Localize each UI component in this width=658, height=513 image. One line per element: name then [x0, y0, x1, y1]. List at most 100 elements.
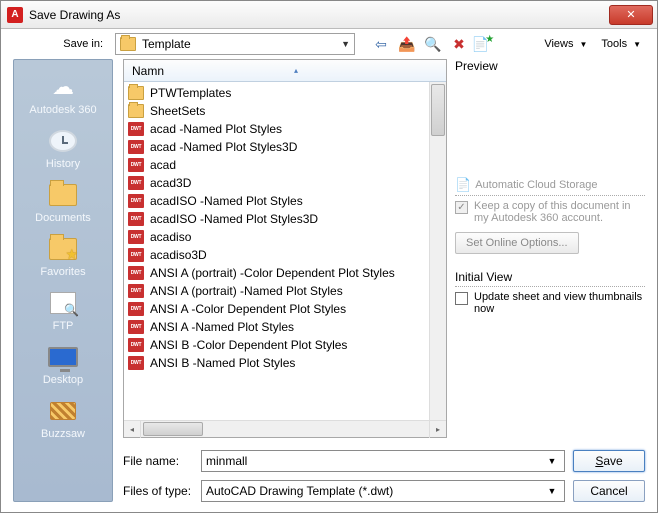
save-drawing-as-dialog: A Save Drawing As ✕ Save in: Template ▼ … [0, 0, 658, 513]
dwt-file-icon [128, 230, 144, 244]
list-item[interactable]: acadISO -Named Plot Styles3D2 [124, 210, 446, 228]
chevron-down-icon[interactable]: ▼ [544, 456, 560, 466]
file-name: ANSI A (portrait) -Color Dependent Plot … [150, 266, 428, 280]
save-in-combo[interactable]: Template ▼ [115, 33, 355, 55]
filetype-label: Files of type: [123, 484, 193, 498]
vertical-scrollbar[interactable] [429, 82, 446, 420]
sidebar-item-label: History [46, 158, 80, 170]
delete-button[interactable]: ✖ [449, 34, 469, 54]
list-item[interactable]: acad -Named Plot Styles3D2 [124, 138, 446, 156]
list-item[interactable]: ANSI A -Named Plot Styles2 [124, 318, 446, 336]
back-button[interactable]: ⇦ [371, 34, 391, 54]
update-thumbnails-checkbox[interactable] [455, 292, 468, 305]
file-name: ANSI B -Named Plot Styles [150, 356, 428, 370]
toolbar: Save in: Template ▼ ⇦ 📤 🔍 ✖ 📄★ Views▼ To… [1, 29, 657, 59]
auto-cloud-label: Automatic Cloud Storage [475, 179, 597, 191]
chevron-down-icon: ▼ [633, 40, 641, 49]
filename-combo[interactable]: ▼ [201, 450, 565, 472]
dwt-file-icon [128, 338, 144, 352]
search-web-button[interactable]: 🔍 [423, 34, 443, 54]
list-item[interactable]: acadiso3D2 [124, 246, 446, 264]
file-name: ANSI A -Color Dependent Plot Styles [150, 302, 428, 316]
chevron-down-icon: ▼ [341, 39, 350, 49]
keep-copy-label: Keep a copy of this document in my Autod… [474, 200, 645, 224]
dwt-file-icon [128, 320, 144, 334]
scroll-left-icon[interactable]: ◂ [124, 421, 141, 438]
set-online-options-button: Set Online Options... [455, 232, 579, 254]
preview-label: Preview [455, 59, 645, 73]
file-name: acadISO -Named Plot Styles [150, 194, 428, 208]
list-item[interactable]: acad2 [124, 156, 446, 174]
sidebar-item-buzzsaw[interactable]: Buzzsaw [21, 392, 105, 444]
sidebar-item-desktop[interactable]: Desktop [21, 338, 105, 390]
cancel-button[interactable]: Cancel [573, 480, 645, 502]
file-name: acadISO -Named Plot Styles3D [150, 212, 428, 226]
filename-label: File name: [123, 454, 193, 468]
list-item[interactable]: acadISO -Named Plot Styles2 [124, 192, 446, 210]
list-item[interactable]: acad -Named Plot Styles2 [124, 120, 446, 138]
initial-view-group: Initial View Update sheet and view thumb… [455, 270, 645, 315]
dwt-file-icon [128, 248, 144, 262]
list-item[interactable]: ANSI A (portrait) -Color Dependent Plot … [124, 264, 446, 282]
dwt-file-icon [128, 212, 144, 226]
chevron-down-icon[interactable]: ▼ [544, 486, 560, 496]
sidebar-item-label: Favorites [40, 266, 85, 278]
filetype-combo[interactable]: ▼ [201, 480, 565, 502]
initial-view-label: Initial View [455, 270, 645, 284]
new-folder-button[interactable]: 📄★ [475, 34, 495, 54]
close-button[interactable]: ✕ [609, 5, 653, 25]
scroll-right-icon[interactable]: ▸ [429, 421, 446, 438]
views-menu[interactable]: Views▼ [538, 36, 593, 52]
sidebar-item-label: Autodesk 360 [29, 104, 96, 116]
dwt-file-icon [128, 194, 144, 208]
places-sidebar: ☁Autodesk 360 History Documents Favorites FT… [13, 59, 113, 502]
up-button[interactable]: 📤 [397, 34, 417, 54]
sidebar-item-autodesk-360[interactable]: ☁Autodesk 360 [21, 68, 105, 120]
right-pane: Preview 📄 Automatic Cloud Storage ✓ Keep… [455, 59, 645, 438]
sidebar-item-history[interactable]: History [21, 122, 105, 174]
file-name: PTWTemplates [150, 86, 428, 100]
dwt-file-icon [128, 302, 144, 316]
filename-input[interactable] [206, 454, 544, 468]
list-item[interactable]: ANSI B -Named Plot Styles2 [124, 354, 446, 372]
file-name: acad -Named Plot Styles [150, 122, 428, 136]
folder-icon [128, 104, 144, 118]
list-item[interactable]: PTWTemplates [124, 84, 446, 102]
dwt-file-icon [128, 356, 144, 370]
sidebar-item-favorites[interactable]: Favorites [21, 230, 105, 282]
list-item[interactable]: acad3D2 [124, 174, 446, 192]
dwt-file-icon [128, 176, 144, 190]
chevron-down-icon: ▼ [579, 40, 587, 49]
folder-icon [128, 86, 144, 100]
list-item[interactable]: ANSI A (portrait) -Named Plot Styles2 [124, 282, 446, 300]
tools-menu[interactable]: Tools▼ [595, 36, 647, 52]
cloud-storage-group: 📄 Automatic Cloud Storage ✓ Keep a copy … [455, 177, 645, 254]
file-list: Namn ▴ PTWTemplates SheetSets acad -Named … [123, 59, 447, 438]
save-button[interactable]: Save [573, 450, 645, 472]
horizontal-scrollbar[interactable]: ◂ ▸ [124, 420, 446, 437]
sidebar-item-ftp[interactable]: FTP [21, 284, 105, 336]
app-icon: A [7, 7, 23, 23]
sidebar-item-label: Desktop [43, 374, 83, 386]
sidebar-item-documents[interactable]: Documents [21, 176, 105, 228]
list-item[interactable]: ANSI B -Color Dependent Plot Styles2 [124, 336, 446, 354]
column-header-name[interactable]: Namn ▴ [124, 60, 446, 82]
save-in-label: Save in: [11, 38, 109, 50]
column-header-name-label: Namn [132, 64, 164, 78]
cloud-icon: 📄 [455, 177, 471, 193]
sidebar-item-label: FTP [53, 320, 74, 332]
window-title: Save Drawing As [29, 8, 120, 22]
dwt-file-icon [128, 140, 144, 154]
dwt-file-icon [128, 284, 144, 298]
sidebar-item-label: Documents [35, 212, 91, 224]
folder-icon [120, 37, 136, 51]
file-name: SheetSets [150, 104, 428, 118]
list-item[interactable]: ANSI A -Color Dependent Plot Styles2 [124, 300, 446, 318]
dwt-file-icon [128, 122, 144, 136]
keep-copy-checkbox: ✓ [455, 201, 468, 214]
file-name: acad -Named Plot Styles3D [150, 140, 428, 154]
list-item[interactable]: SheetSets [124, 102, 446, 120]
file-name: acad [150, 158, 428, 172]
sidebar-item-label: Buzzsaw [41, 428, 85, 440]
list-item[interactable]: acadiso2 [124, 228, 446, 246]
